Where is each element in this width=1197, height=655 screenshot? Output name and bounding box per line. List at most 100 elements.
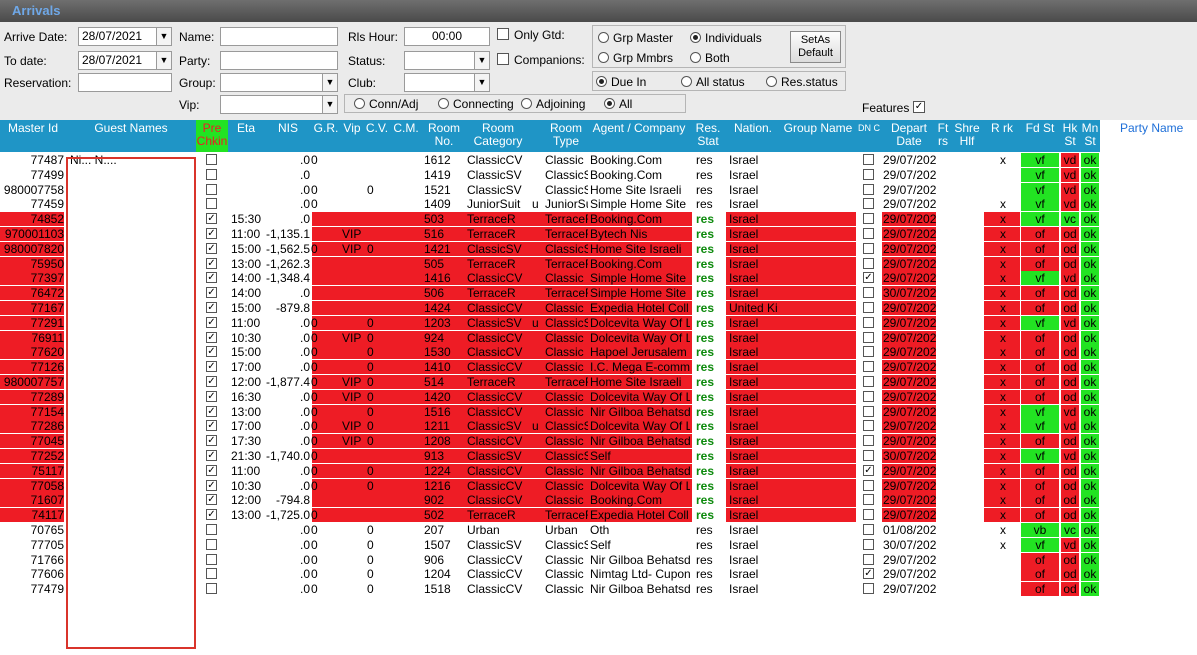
vip-select[interactable]: ▼ [220, 95, 338, 114]
arrive-date-select[interactable]: 28/07/2021 ▼ [78, 27, 172, 46]
dnc-checkbox[interactable] [863, 287, 874, 299]
column-header[interactable]: Depart Date [882, 120, 936, 152]
column-header[interactable]: Fd St [1020, 120, 1060, 152]
reservation-input[interactable] [78, 73, 172, 92]
pre-checkin-checkbox[interactable]: ✓ [206, 435, 217, 447]
column-header[interactable]: Agent / Company [588, 120, 690, 152]
column-header[interactable]: Room Category [466, 120, 530, 152]
set-as-default-button[interactable]: SetAs Default [790, 31, 841, 63]
dnc-checkbox[interactable] [863, 257, 874, 269]
dnc-checkbox[interactable] [863, 435, 874, 447]
pre-checkin-checkbox[interactable]: ✓ [206, 390, 217, 402]
pre-checkin-checkbox[interactable]: ✓ [206, 302, 217, 313]
conn-adj-radio[interactable] [354, 98, 365, 109]
dnc-checkbox[interactable] [863, 183, 874, 195]
name-input[interactable] [220, 27, 338, 46]
dnc-checkbox[interactable] [863, 302, 874, 313]
res-status-radio[interactable] [766, 76, 777, 87]
pre-checkin-checkbox[interactable] [206, 583, 217, 595]
column-header[interactable]: Nation. [726, 120, 780, 152]
pre-checkin-checkbox[interactable]: ✓ [206, 228, 217, 239]
group-select[interactable]: ▼ [220, 73, 338, 92]
dnc-checkbox[interactable] [863, 346, 874, 358]
pre-checkin-checkbox[interactable]: ✓ [206, 272, 217, 284]
chevron-down-icon[interactable]: ▼ [156, 28, 171, 45]
connecting-radio[interactable] [438, 98, 449, 109]
adjoining-radio[interactable] [521, 98, 532, 109]
pre-checkin-checkbox[interactable]: ✓ [206, 287, 217, 299]
chevron-down-icon[interactable]: ▼ [474, 74, 489, 91]
dnc-checkbox[interactable] [863, 583, 874, 595]
party-input[interactable] [220, 51, 338, 70]
pre-checkin-checkbox[interactable] [206, 154, 217, 165]
both-radio[interactable] [690, 52, 701, 63]
dnc-checkbox[interactable] [863, 509, 874, 521]
only-gtd-checkbox[interactable] [497, 28, 509, 40]
chevron-down-icon[interactable]: ▼ [156, 52, 171, 69]
dnc-checkbox[interactable] [863, 420, 874, 432]
club-select[interactable]: ▼ [404, 73, 490, 92]
dnc-checkbox[interactable] [863, 154, 874, 165]
dnc-checkbox[interactable] [863, 390, 874, 402]
column-header[interactable]: Shre Hlf [950, 120, 984, 152]
dnc-checkbox[interactable] [863, 361, 874, 373]
dnc-checkbox[interactable]: ✓ [863, 464, 874, 476]
column-header[interactable]: Vip [340, 120, 364, 152]
grp-master-radio[interactable] [598, 32, 609, 43]
pre-checkin-checkbox[interactable]: ✓ [206, 420, 217, 432]
column-header[interactable]: Res. Stat [690, 120, 726, 152]
dnc-checkbox[interactable] [863, 405, 874, 417]
pre-checkin-checkbox[interactable]: ✓ [206, 257, 217, 269]
pre-checkin-checkbox[interactable]: ✓ [206, 464, 217, 476]
column-header[interactable]: DN C [856, 120, 882, 152]
chevron-down-icon[interactable]: ▼ [474, 52, 489, 69]
pre-checkin-checkbox[interactable] [206, 183, 217, 195]
pre-checkin-checkbox[interactable]: ✓ [206, 376, 217, 387]
dnc-checkbox[interactable] [863, 524, 874, 535]
column-header[interactable]: Guest Names [66, 120, 196, 152]
pre-checkin-checkbox[interactable]: ✓ [206, 213, 217, 225]
column-header[interactable]: Eta [228, 120, 264, 152]
status-select[interactable]: ▼ [404, 51, 490, 70]
rls-hour-input[interactable]: 00:00 [404, 27, 490, 46]
dnc-checkbox[interactable] [863, 331, 874, 343]
pre-checkin-checkbox[interactable]: ✓ [206, 405, 217, 417]
pre-checkin-checkbox[interactable] [206, 198, 217, 210]
column-header[interactable]: C.V. [364, 120, 390, 152]
pre-checkin-checkbox[interactable] [206, 168, 217, 180]
column-header[interactable]: Pre Chkin [196, 120, 228, 152]
column-header[interactable]: Master Id [0, 120, 66, 152]
dnc-checkbox[interactable] [863, 198, 874, 210]
pre-checkin-checkbox[interactable]: ✓ [206, 509, 217, 521]
pre-checkin-checkbox[interactable]: ✓ [206, 242, 217, 254]
column-header[interactable]: Room Type [544, 120, 588, 152]
companions-checkbox[interactable] [497, 53, 509, 65]
to-date-select[interactable]: 28/07/2021 ▼ [78, 51, 172, 70]
individuals-radio[interactable] [690, 32, 701, 43]
dnc-checkbox[interactable] [863, 538, 874, 550]
dnc-checkbox[interactable] [863, 168, 874, 180]
column-header[interactable]: Room No. [422, 120, 466, 152]
dnc-checkbox[interactable] [863, 316, 874, 328]
pre-checkin-checkbox[interactable]: ✓ [206, 494, 217, 506]
column-header[interactable]: Party Name [1100, 120, 1197, 152]
pre-checkin-checkbox[interactable]: ✓ [206, 331, 217, 343]
chevron-down-icon[interactable]: ▼ [322, 96, 337, 113]
due-in-radio[interactable] [596, 76, 607, 87]
column-header[interactable]: Ft rs [936, 120, 950, 152]
dnc-checkbox[interactable] [863, 450, 874, 461]
dnc-checkbox[interactable] [863, 228, 874, 239]
column-header[interactable]: G.R. [312, 120, 340, 152]
pre-checkin-checkbox[interactable]: ✓ [206, 316, 217, 328]
dnc-checkbox[interactable] [863, 242, 874, 254]
dnc-checkbox[interactable] [863, 494, 874, 506]
column-header[interactable]: R rk [984, 120, 1020, 152]
pre-checkin-checkbox[interactable]: ✓ [206, 346, 217, 358]
pre-checkin-checkbox[interactable] [206, 524, 217, 535]
dnc-checkbox[interactable]: ✓ [863, 568, 874, 580]
dnc-checkbox[interactable]: ✓ [863, 272, 874, 284]
column-header[interactable]: Hk St [1060, 120, 1080, 152]
dnc-checkbox[interactable] [863, 213, 874, 225]
dnc-checkbox[interactable] [863, 376, 874, 387]
all-radio[interactable] [604, 98, 615, 109]
